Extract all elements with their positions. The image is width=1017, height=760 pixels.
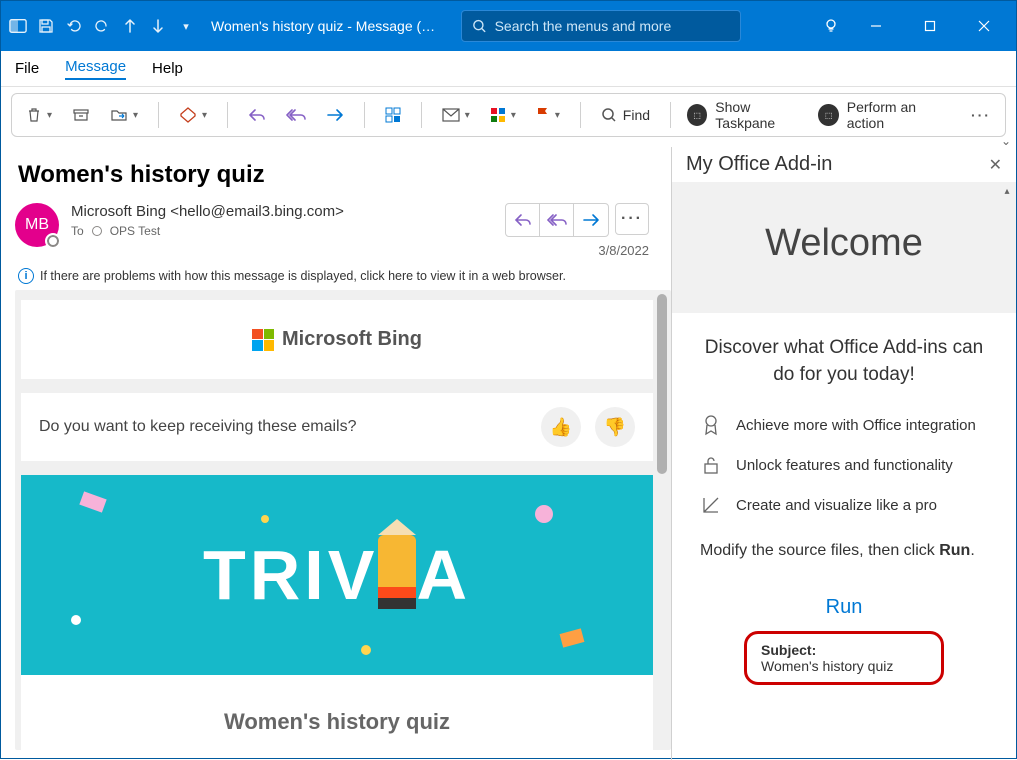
taskpane-title: My Office Add-in (686, 153, 832, 176)
keep-receiving-text: Do you want to keep receiving these emai… (39, 418, 357, 436)
show-taskpane-button[interactable]: ⬚ Show Taskpane (687, 99, 806, 131)
addin-badge-icon: ⬚ (687, 104, 707, 126)
scroll-up-icon[interactable]: ▴ (1000, 186, 1014, 200)
sender-avatar[interactable]: MB (15, 203, 59, 247)
header-reply-button[interactable] (506, 204, 540, 236)
feature-item: Create and visualize like a pro (700, 494, 988, 516)
delete-button[interactable]: ▾ (22, 103, 56, 127)
sender-from: Microsoft Bing <hello@email3.bing.com> (71, 203, 344, 220)
ribbon-badge-icon (700, 414, 722, 436)
reply-all-button[interactable] (282, 104, 310, 126)
to-label: To (71, 224, 84, 238)
subject-value: Women's history quiz (761, 658, 893, 674)
report-button[interactable]: ▾ (175, 102, 211, 128)
categorize-button[interactable]: ▾ (486, 103, 520, 127)
app-icon (9, 17, 27, 35)
feature-item: Achieve more with Office integration (700, 414, 988, 436)
feature-item: Unlock features and functionality (700, 454, 988, 476)
email-subject: Women's history quiz (18, 161, 671, 189)
feature-text: Unlock features and functionality (736, 457, 953, 474)
bing-logo: Microsoft Bing (39, 314, 635, 365)
save-icon[interactable] (37, 17, 55, 35)
menu-help[interactable]: Help (152, 60, 183, 77)
maximize-button[interactable] (912, 10, 948, 42)
email-date: 3/8/2022 (598, 243, 649, 258)
window-title: Women's history quiz - Message (HT... (211, 18, 441, 34)
minimize-button[interactable] (858, 10, 894, 42)
subject-label: Subject: (761, 642, 927, 658)
search-input[interactable] (495, 18, 730, 34)
close-button[interactable] (966, 10, 1002, 42)
arrow-down-icon[interactable] (149, 17, 167, 35)
more-commands-button[interactable]: ··· (967, 103, 995, 127)
perform-action-label: Perform an action (847, 99, 949, 131)
archive-button[interactable] (68, 103, 94, 127)
qat-customize-icon[interactable]: ▾ (177, 17, 195, 35)
presence-icon (92, 226, 102, 236)
design-icon (700, 494, 722, 516)
menu-message[interactable]: Message (65, 58, 126, 80)
bing-logo-text: Microsoft Bing (282, 328, 422, 351)
info-bar[interactable]: i If there are problems with how this me… (18, 268, 671, 284)
lock-icon (700, 454, 722, 476)
run-button[interactable]: Run (700, 596, 988, 619)
thumbs-up-button[interactable]: 👍 (541, 407, 581, 447)
undo-icon[interactable] (65, 17, 83, 35)
taskpane-tagline: Discover what Office Add-ins can do for … (700, 335, 988, 388)
microsoft-logo-icon (252, 329, 274, 351)
forward-button[interactable] (322, 104, 348, 126)
perform-action-button[interactable]: ⬚ Perform an action (818, 99, 949, 131)
thumbs-down-button[interactable]: 👎 (595, 407, 635, 447)
ribbon-collapse-icon[interactable]: ⌄ (1001, 134, 1011, 148)
trivia-logo: TRIVA (203, 535, 471, 615)
header-reply-all-button[interactable] (540, 204, 574, 236)
apps-button[interactable] (381, 103, 405, 127)
welcome-heading: Welcome (672, 182, 1016, 313)
ribbon: ▾ ▾ ▾ ▾ ▾ ▾ Find ⬚ Show Taskpane ⬚ (11, 93, 1006, 137)
feature-text: Achieve more with Office integration (736, 417, 976, 434)
reading-pane: Women's history quiz MB Microsoft Bing <… (1, 147, 671, 760)
show-taskpane-label: Show Taskpane (715, 99, 806, 131)
move-button[interactable]: ▾ (106, 103, 142, 127)
header-forward-button[interactable] (574, 204, 608, 236)
arrow-up-icon[interactable] (121, 17, 139, 35)
info-bar-text: If there are problems with how this mess… (40, 269, 566, 283)
taskpane-close-button[interactable]: ✕ (989, 155, 1002, 175)
quiz-title: Women's history quiz (39, 689, 635, 750)
to-value: OPS Test (110, 224, 160, 238)
lightbulb-icon[interactable] (822, 17, 840, 35)
find-label: Find (623, 107, 650, 123)
find-button[interactable]: Find (597, 103, 654, 127)
mark-unread-button[interactable]: ▾ (438, 104, 474, 126)
menu-bar: File Message Help (1, 51, 1016, 87)
taskpane: My Office Add-in ✕ ▴ Welcome Discover wh… (671, 147, 1016, 760)
search-icon (472, 18, 487, 34)
search-box[interactable] (461, 10, 741, 42)
addin-badge-icon: ⬚ (818, 104, 838, 126)
header-more-button[interactable]: ··· (615, 203, 649, 235)
subject-result-box: Subject: Women's history quiz (744, 631, 944, 685)
menu-file[interactable]: File (15, 60, 39, 77)
info-icon: i (18, 268, 34, 284)
email-body: Microsoft Bing Do you want to keep recei… (15, 290, 671, 750)
trivia-banner: TRIVA (21, 475, 653, 675)
flag-button[interactable]: ▾ (532, 103, 564, 127)
reply-button[interactable] (244, 104, 270, 126)
scrollbar-thumb[interactable] (657, 294, 667, 474)
redo-icon[interactable] (93, 17, 111, 35)
feature-text: Create and visualize like a pro (736, 497, 937, 514)
modify-instruction: Modify the source files, then click Run. (700, 542, 988, 560)
title-bar: ▾ Women's history quiz - Message (HT... (1, 1, 1016, 51)
